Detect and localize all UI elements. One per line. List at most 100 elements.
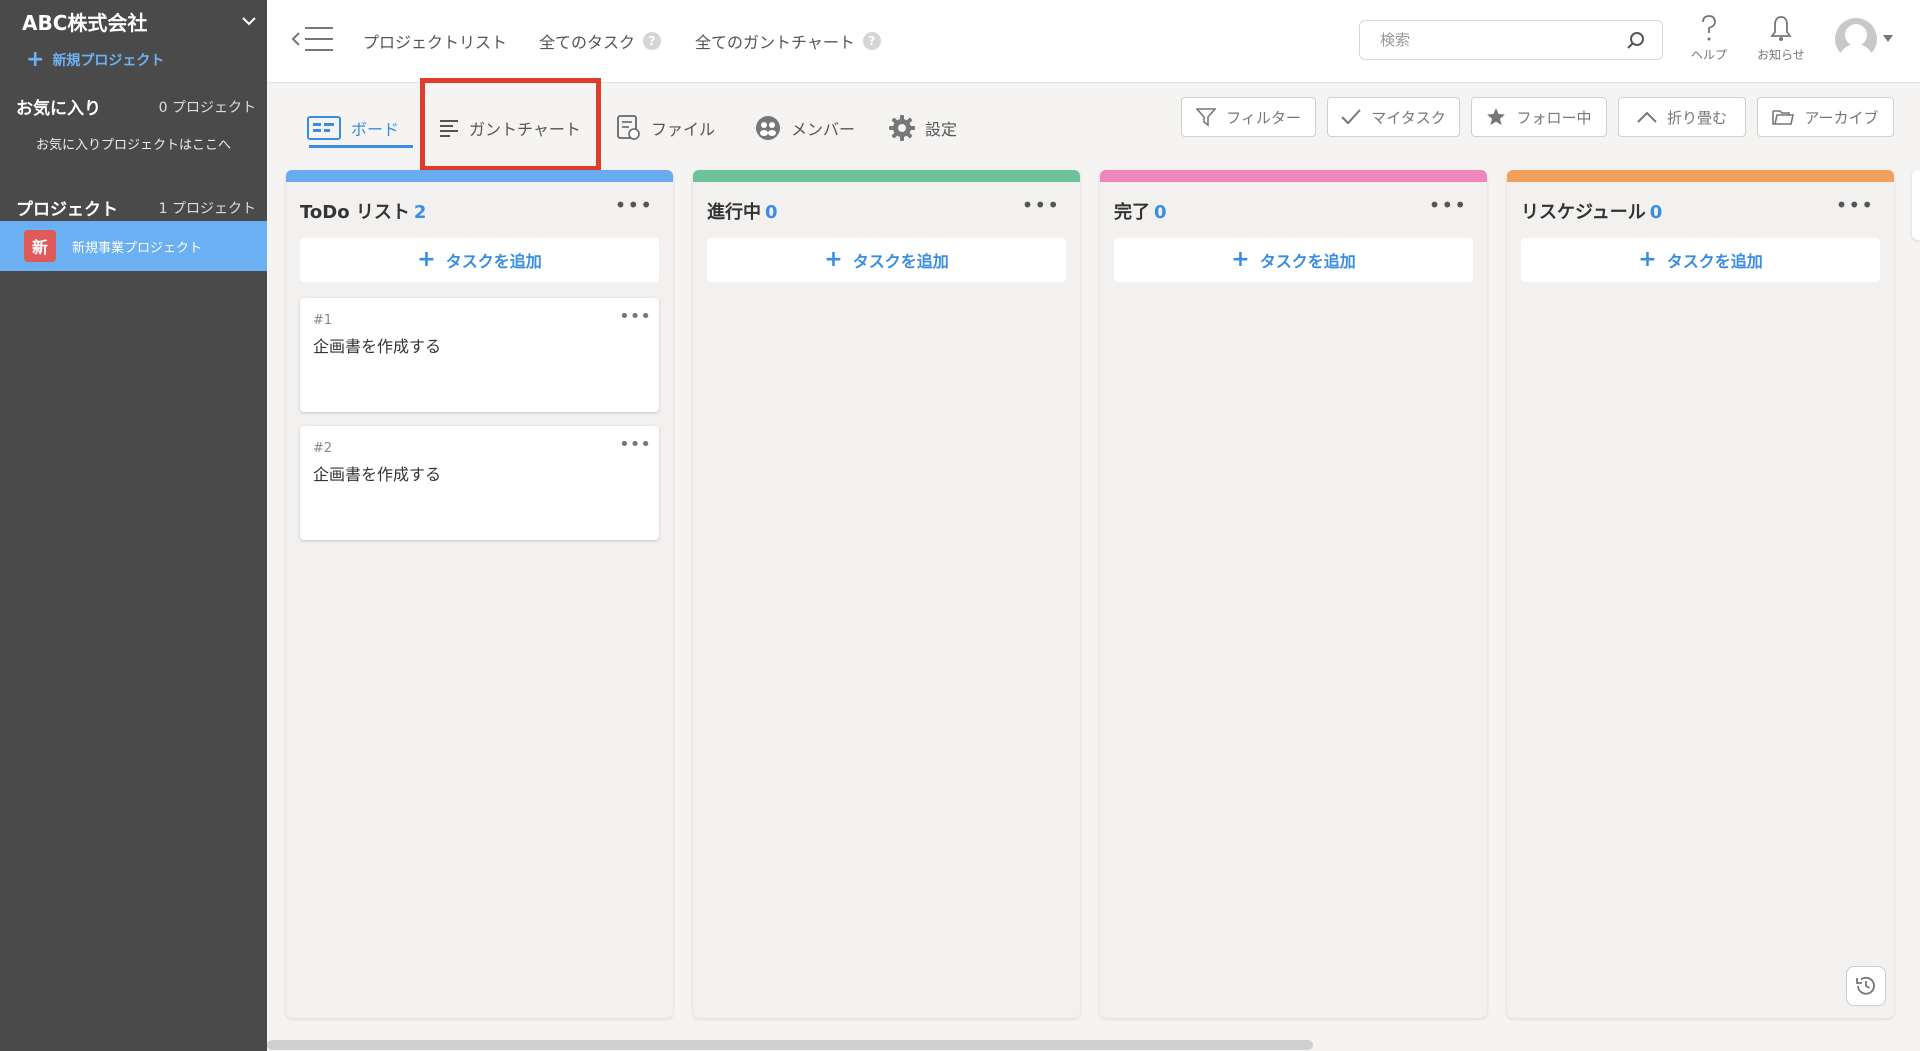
- card-more-icon[interactable]: •••: [619, 308, 651, 326]
- column-title: 進行中 0: [707, 198, 778, 224]
- new-project-label: 新規プロジェクト: [52, 53, 165, 69]
- history-button[interactable]: [1846, 966, 1886, 1006]
- tab-settings[interactable]: 設定: [889, 108, 957, 148]
- help-label: ヘルプ: [1691, 48, 1728, 62]
- all-gantt-link[interactable]: 全てのガントチャート ?: [695, 29, 881, 53]
- scrollbar-thumb[interactable]: [267, 1040, 1313, 1050]
- search-box: [1359, 20, 1663, 60]
- task-title: 企画書を作成する: [313, 337, 442, 356]
- column-color-bar: [286, 170, 673, 182]
- my-tasks-button[interactable]: マイタスク: [1327, 97, 1460, 137]
- plus-icon: +: [824, 247, 843, 272]
- column-count: 0: [1649, 202, 1663, 223]
- column-title: ToDo リスト 2: [300, 198, 426, 224]
- column-title: 完了 0: [1114, 198, 1167, 224]
- all-tasks-label: 全てのタスク: [539, 33, 636, 52]
- column-title-text: リスケジュール: [1521, 202, 1646, 223]
- plus-icon: +: [1638, 247, 1657, 272]
- project-list-link[interactable]: プロジェクトリスト: [363, 29, 507, 53]
- gantt-tab-highlight: [420, 78, 601, 171]
- archive-label: アーカイブ: [1804, 108, 1879, 127]
- tab-board[interactable]: ボード: [307, 108, 399, 148]
- search-input[interactable]: [1380, 31, 1626, 49]
- add-task-button[interactable]: + タスクを追加: [1521, 238, 1880, 282]
- board-icon: [307, 116, 341, 140]
- column-title-text: 進行中: [707, 202, 761, 223]
- task-number: #1: [313, 313, 333, 328]
- column-more-icon[interactable]: •••: [1836, 195, 1874, 215]
- help-badge-icon: ?: [643, 32, 662, 50]
- projects-header: プロジェクト 1 プロジェクト: [16, 195, 256, 220]
- org-switcher[interactable]: ABC株式会社: [22, 8, 257, 35]
- favorites-header: お気に入り 0 プロジェクト: [16, 94, 256, 119]
- notifications-button[interactable]: お知らせ: [1757, 14, 1805, 63]
- column-count: 2: [413, 202, 427, 223]
- tab-files[interactable]: ファイル: [617, 108, 715, 148]
- project-list-label: プロジェクトリスト: [363, 33, 508, 52]
- add-task-button[interactable]: + タスクを追加: [300, 238, 659, 282]
- project-badge: 新: [24, 230, 56, 262]
- column-more-icon[interactable]: •••: [1022, 195, 1060, 215]
- task-number: #2: [313, 441, 333, 456]
- topbar: プロジェクトリスト 全てのタスク ? 全てのガントチャート ? ヘルプ お知らせ: [267, 0, 1920, 83]
- history-icon: [1856, 976, 1875, 995]
- horizontal-scrollbar[interactable]: [267, 1038, 1920, 1051]
- favorites-count: 0 プロジェクト: [158, 99, 256, 116]
- add-task-label: タスクを追加: [1259, 252, 1356, 271]
- column-count: 0: [1154, 202, 1167, 223]
- plus-icon: +: [26, 47, 45, 72]
- task-card[interactable]: #1 企画書を作成する •••: [300, 298, 659, 412]
- archive-button[interactable]: アーカイブ: [1757, 97, 1894, 137]
- column-in-progress: 進行中 0 ••• + タスクを追加: [693, 170, 1080, 1018]
- all-gantt-label: 全てのガントチャート: [695, 33, 855, 52]
- sidebar-item-project[interactable]: 新 新規事業プロジェクト: [0, 221, 267, 271]
- question-icon: [1702, 15, 1716, 41]
- user-icon: [1838, 24, 1874, 60]
- project-name: 新規事業プロジェクト: [72, 240, 203, 256]
- next-column-edge: [1912, 170, 1920, 240]
- chevron-up-icon: [1637, 111, 1657, 123]
- add-task-button[interactable]: + タスクを追加: [707, 238, 1066, 282]
- avatar: [1835, 18, 1877, 60]
- column-title: リスケジュール 0: [1521, 198, 1662, 224]
- following-button[interactable]: フォロー中: [1471, 97, 1607, 137]
- tab-files-label: ファイル: [651, 120, 716, 139]
- column-todo: ToDo リスト 2 ••• + タスクを追加 #1 企画書を作成する ••• #2…: [286, 170, 673, 1018]
- column-more-icon[interactable]: •••: [615, 195, 653, 215]
- column-color-bar: [1100, 170, 1487, 182]
- task-title: 企画書を作成する: [313, 465, 442, 484]
- new-project-button[interactable]: + 新規プロジェクト: [26, 47, 165, 72]
- column-count: 0: [765, 202, 778, 223]
- column-reschedule: リスケジュール 0 ••• + タスクを追加: [1507, 170, 1894, 1018]
- filter-label: フィルター: [1226, 108, 1301, 127]
- column-title-text: 完了: [1114, 202, 1150, 223]
- help-button[interactable]: ヘルプ: [1691, 14, 1727, 63]
- active-tab-indicator: [309, 145, 413, 148]
- add-task-button[interactable]: + タスクを追加: [1114, 238, 1473, 282]
- column-done: 完了 0 ••• + タスクを追加: [1100, 170, 1487, 1018]
- search-icon[interactable]: [1626, 30, 1646, 50]
- tab-members[interactable]: メンバー: [755, 108, 855, 148]
- all-tasks-link[interactable]: 全てのタスク ?: [539, 29, 662, 53]
- star-icon: [1487, 108, 1506, 125]
- column-color-bar: [693, 170, 1080, 182]
- tab-settings-label: 設定: [925, 120, 958, 139]
- user-menu[interactable]: [1835, 18, 1893, 60]
- add-task-label: タスクを追加: [1666, 252, 1763, 271]
- tab-board-label: ボード: [351, 120, 400, 139]
- menu-collapse-icon[interactable]: [291, 24, 335, 54]
- column-title-text: ToDo リスト: [300, 202, 410, 223]
- add-task-label: タスクを追加: [852, 252, 949, 271]
- column-more-icon[interactable]: •••: [1429, 195, 1467, 215]
- collapse-label: 折り畳む: [1666, 108, 1727, 127]
- help-badge-icon: ?: [862, 32, 881, 50]
- plus-icon: +: [1231, 247, 1250, 272]
- chevron-down-icon: [242, 17, 256, 26]
- add-task-label: タスクを追加: [445, 252, 542, 271]
- filter-button[interactable]: フィルター: [1181, 97, 1316, 137]
- filter-icon: [1196, 108, 1217, 127]
- collapse-button[interactable]: 折り畳む: [1618, 97, 1746, 137]
- card-more-icon[interactable]: •••: [619, 436, 651, 454]
- tab-members-label: メンバー: [791, 120, 856, 139]
- task-card[interactable]: #2 企画書を作成する •••: [300, 426, 659, 540]
